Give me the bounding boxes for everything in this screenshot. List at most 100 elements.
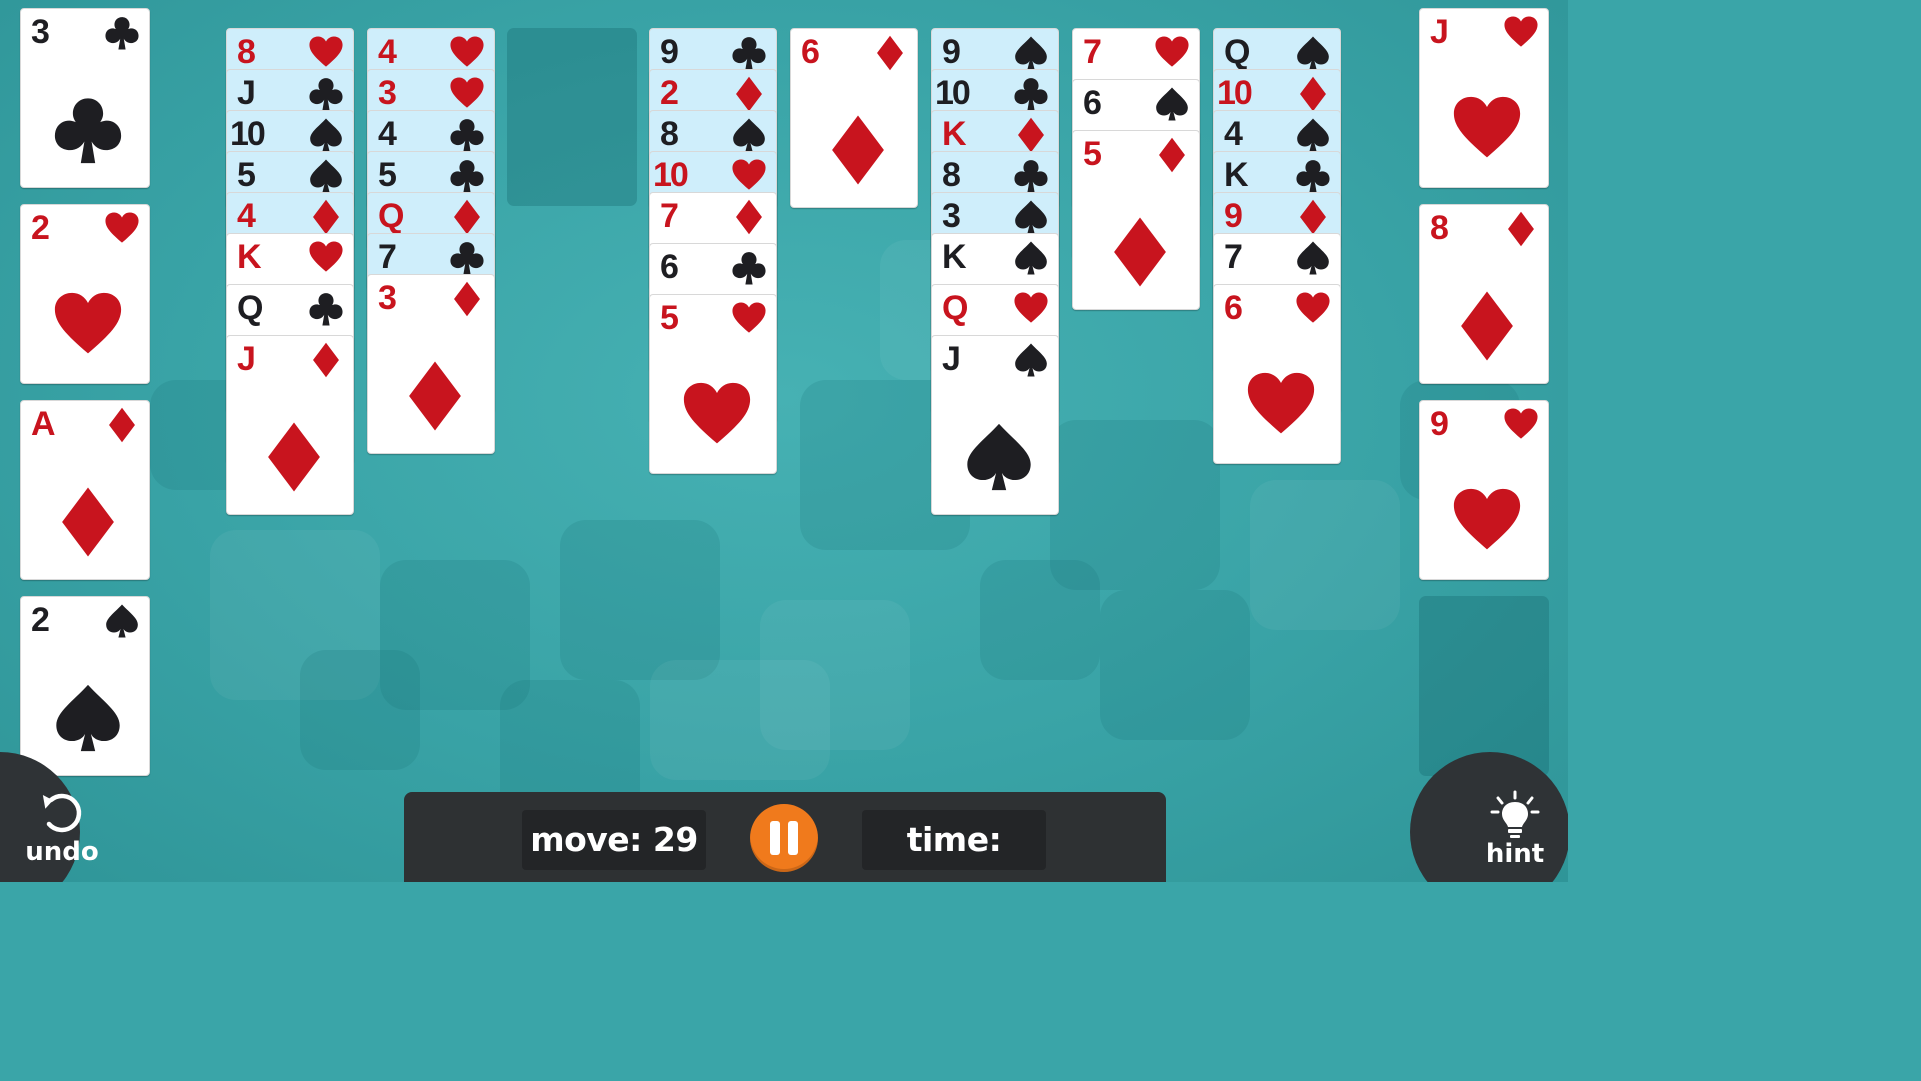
card-rank: 3 xyxy=(378,74,397,112)
card-rank: 10 xyxy=(653,156,689,194)
diamonds-icon xyxy=(1300,199,1326,235)
diamonds-icon xyxy=(109,407,135,443)
pause-button[interactable] xyxy=(750,804,818,872)
diamonds-icon xyxy=(313,199,339,235)
clubs-icon xyxy=(732,37,766,70)
hearts-icon xyxy=(54,292,122,354)
card-rank: 4 xyxy=(378,33,397,71)
hearts-icon xyxy=(732,159,766,190)
empty-free-cell[interactable] xyxy=(1419,596,1549,776)
card-rank: J xyxy=(237,74,256,112)
hint-label: hint xyxy=(1485,839,1545,869)
card-rank: 5 xyxy=(1083,135,1102,173)
spades-icon xyxy=(1015,241,1047,275)
card-rank: J xyxy=(237,340,256,378)
card-J-of-hearts[interactable]: J xyxy=(1419,8,1549,188)
card-rank: K xyxy=(942,115,967,153)
card-rank: K xyxy=(237,238,262,276)
move-counter: move: 29 xyxy=(522,810,706,870)
card-2-of-hearts[interactable]: 2 xyxy=(20,204,150,384)
card-5-of-hearts[interactable]: 5 xyxy=(649,294,777,474)
spades-icon xyxy=(1297,36,1329,70)
card-rank: Q xyxy=(237,289,263,327)
card-rank: 5 xyxy=(378,156,397,194)
card-rank: 3 xyxy=(942,197,961,235)
card-rank: 2 xyxy=(31,601,50,639)
hearts-icon xyxy=(732,302,766,333)
card-rank: 2 xyxy=(31,209,50,247)
card-rank: 7 xyxy=(1083,33,1102,71)
card-rank: 7 xyxy=(1224,238,1243,276)
hearts-icon xyxy=(1504,408,1538,439)
diamonds-icon xyxy=(1461,291,1513,361)
card-rank: K xyxy=(1224,156,1249,194)
clubs-icon xyxy=(450,160,484,193)
spades-icon xyxy=(1015,200,1047,234)
clubs-icon xyxy=(1296,160,1330,193)
clubs-icon xyxy=(1014,160,1048,193)
card-J-of-diamonds[interactable]: J xyxy=(226,335,354,515)
card-3-of-diamonds[interactable]: 3 xyxy=(367,274,495,454)
card-rank: 3 xyxy=(378,279,397,317)
card-2-of-spades[interactable]: 2 xyxy=(20,596,150,776)
diamonds-icon xyxy=(1300,76,1326,112)
background-tile xyxy=(1250,480,1400,630)
spades-icon xyxy=(733,118,765,152)
diamonds-icon xyxy=(409,361,461,431)
card-5-of-diamonds[interactable]: 5 xyxy=(1072,130,1200,310)
card-rank: 9 xyxy=(660,33,679,71)
card-rank: 4 xyxy=(237,197,256,235)
card-rank: Q xyxy=(1224,33,1250,71)
spades-icon xyxy=(967,423,1031,491)
diamonds-icon xyxy=(454,281,480,317)
card-8-of-diamonds[interactable]: 8 xyxy=(1419,204,1549,384)
card-6-of-hearts[interactable]: 6 xyxy=(1213,284,1341,464)
spades-icon xyxy=(1015,343,1047,377)
diamonds-icon xyxy=(1508,211,1534,247)
clubs-icon xyxy=(732,252,766,285)
diamonds-icon xyxy=(1159,137,1185,173)
card-rank: 6 xyxy=(1083,84,1102,122)
hearts-icon xyxy=(1453,96,1521,158)
card-rank: 9 xyxy=(1430,405,1449,443)
background-tile xyxy=(300,650,420,770)
card-rank: 8 xyxy=(237,33,256,71)
game-board: 32A2 J89 8 J 10 5 4 K Q J 4 3 4 5 Q 7 3 9 2 8 10 7 6 5 6 9 10 K 8 3… xyxy=(0,0,1568,882)
spades-icon xyxy=(1297,118,1329,152)
card-rank: 10 xyxy=(935,74,971,112)
diamonds-icon xyxy=(454,199,480,235)
card-rank: Q xyxy=(378,197,404,235)
hearts-icon xyxy=(1453,488,1521,550)
card-rank: 4 xyxy=(1224,115,1243,153)
background-tile xyxy=(560,520,720,680)
clubs-icon xyxy=(309,78,343,111)
clubs-icon xyxy=(105,17,139,50)
card-rank: 8 xyxy=(942,156,961,194)
card-rank: 3 xyxy=(31,13,50,51)
hearts-icon xyxy=(1155,36,1189,67)
timer: time: 2:03 xyxy=(862,810,1046,882)
card-6-of-diamonds[interactable]: 6 xyxy=(790,28,918,208)
clubs-icon xyxy=(450,242,484,275)
card-J-of-spades[interactable]: J xyxy=(931,335,1059,515)
empty-tableau-slot[interactable] xyxy=(507,28,637,206)
card-9-of-hearts[interactable]: 9 xyxy=(1419,400,1549,580)
spades-icon xyxy=(310,118,342,152)
card-rank: J xyxy=(942,340,961,378)
card-rank: Q xyxy=(942,289,968,327)
diamonds-icon xyxy=(736,76,762,112)
card-rank: 5 xyxy=(237,156,256,194)
diamonds-icon xyxy=(877,35,903,71)
hearts-icon xyxy=(1504,16,1538,47)
undo-button[interactable]: undo xyxy=(20,790,104,866)
spades-icon xyxy=(1015,36,1047,70)
status-bar: move: 29 time: 2:03 xyxy=(404,792,1166,882)
card-A-of-diamonds[interactable]: A xyxy=(20,400,150,580)
card-3-of-clubs[interactable]: 3 xyxy=(20,8,150,188)
hint-button[interactable]: hint xyxy=(1470,790,1560,868)
spades-icon xyxy=(56,684,120,752)
hearts-icon xyxy=(309,36,343,67)
hearts-icon xyxy=(1247,372,1315,434)
hearts-icon xyxy=(450,77,484,108)
diamonds-icon xyxy=(736,199,762,235)
